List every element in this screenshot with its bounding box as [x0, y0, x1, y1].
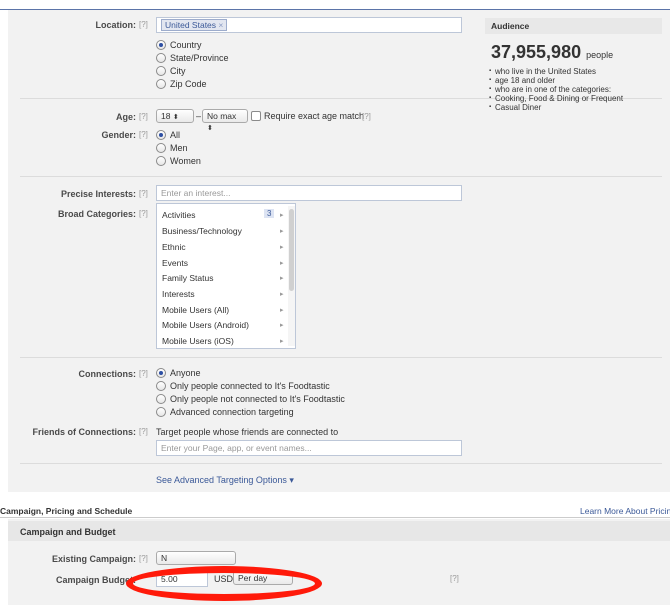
gender-radio-women[interactable] — [156, 156, 166, 166]
broad-categories-label: Broad Categories: — [57, 209, 136, 219]
existing-campaign-help-icon[interactable]: [?] — [139, 554, 148, 563]
precise-interests-input[interactable]: Enter an interest... — [156, 185, 462, 201]
category-item[interactable]: Business/Technology — [162, 226, 242, 236]
connections-radio-advanced[interactable] — [156, 407, 166, 417]
location-option-country: Country — [170, 40, 202, 50]
category-item[interactable]: Activities — [162, 210, 196, 220]
connections-label: Connections: — [78, 369, 137, 379]
chevron-right-icon: ▸ — [280, 322, 284, 329]
gender-label: Gender: — [101, 130, 136, 140]
age-min-select[interactable]: 18 ⬍ — [156, 109, 194, 123]
gender-radio-men[interactable] — [156, 143, 166, 153]
age-label: Age: — [116, 112, 136, 122]
stepper-icon: ⬍ — [207, 125, 213, 132]
location-token[interactable]: United States × — [161, 19, 228, 31]
audience-heading: Audience — [485, 18, 662, 34]
chevron-right-icon: ▸ — [280, 244, 284, 251]
exact-age-label: Require exact age match — [264, 111, 365, 121]
connections-help-icon[interactable]: [?] — [139, 369, 148, 378]
location-help-icon[interactable]: [?] — [139, 20, 148, 29]
location-radio-state[interactable] — [156, 53, 166, 63]
age-range-dash: – — [196, 111, 202, 121]
location-radio-city[interactable] — [156, 66, 166, 76]
broad-categories-list[interactable]: Activities 3 ▸ Business/Technology ▸ Eth… — [156, 203, 296, 349]
location-option-zip: Zip Code — [170, 79, 207, 89]
gender-option-men: Men — [170, 143, 188, 153]
connections-radio-anyone[interactable] — [156, 368, 166, 378]
category-scrollbar-thumb[interactable] — [289, 209, 294, 291]
category-item[interactable]: Mobile Users (Android) — [162, 320, 249, 330]
campaign-section-title: Campaign, Pricing and Schedule — [0, 506, 133, 516]
category-item[interactable]: Interests — [162, 289, 195, 299]
location-input[interactable]: United States × — [156, 17, 462, 33]
remove-token-icon[interactable]: × — [218, 20, 223, 30]
broad-categories-help-icon[interactable]: [?] — [139, 209, 148, 218]
category-item[interactable]: Events — [162, 258, 188, 268]
location-option-state: State/Province — [170, 53, 229, 63]
chevron-right-icon: ▸ — [280, 260, 284, 267]
friends-of-connections-input[interactable]: Enter your Page, app, or event names... — [156, 440, 462, 456]
friends-of-connections-description: Target people whose friends are connecte… — [156, 427, 339, 437]
campaign-budget-subheading: Campaign and Budget — [8, 521, 670, 541]
existing-campaign-select[interactable]: N — [156, 551, 236, 565]
highlight-ellipse — [126, 566, 322, 601]
category-item[interactable]: Ethnic — [162, 242, 186, 252]
exact-age-checkbox[interactable] — [251, 111, 261, 121]
connections-option-advanced: Advanced connection targeting — [170, 407, 294, 417]
location-option-city: City — [170, 66, 186, 76]
chevron-right-icon: ▸ — [280, 212, 284, 219]
location-radio-country[interactable] — [156, 40, 166, 50]
section-divider — [20, 176, 662, 177]
precise-interests-label: Precise Interests: — [60, 189, 136, 199]
section-divider — [20, 357, 662, 358]
chevron-right-icon: ▸ — [280, 291, 284, 298]
precise-interests-help-icon[interactable]: [?] — [139, 189, 148, 198]
stepper-icon: ⬍ — [172, 114, 179, 121]
category-count-badge: 3 — [264, 209, 275, 218]
location-radio-zip[interactable] — [156, 79, 166, 89]
advanced-targeting-link[interactable]: See Advanced Targeting Options ▾ — [156, 475, 294, 486]
chevron-right-icon: ▸ — [280, 275, 284, 282]
campaign-budget-label: Campaign Budget: — [56, 575, 136, 585]
existing-campaign-label: Existing Campaign: — [51, 554, 136, 564]
learn-more-pricing-link[interactable]: Learn More About Pricing — [580, 506, 670, 516]
targeting-panel — [8, 10, 670, 492]
section-divider — [20, 463, 662, 464]
connections-option-connected: Only people connected to It's Foodtastic — [170, 381, 330, 391]
gender-option-women: Women — [170, 156, 201, 166]
audience-bullet: who are in one of the categories: — [489, 85, 611, 94]
exact-age-help-icon[interactable]: [?] — [362, 112, 371, 121]
connections-option-anyone: Anyone — [170, 368, 201, 378]
audience-count: 37,955,980 people — [491, 42, 614, 62]
friends-of-connections-help-icon[interactable]: [?] — [139, 427, 148, 436]
friends-of-connections-label: Friends of Connections: — [32, 427, 137, 437]
gender-help-icon[interactable]: [?] — [139, 130, 148, 139]
age-help-icon[interactable]: [?] — [139, 112, 148, 121]
connections-radio-not-connected[interactable] — [156, 394, 166, 404]
audience-bullet: who live in the United States — [489, 67, 596, 76]
audience-bullet-continued: Cooking, Food & Dining or Frequent — [489, 94, 623, 103]
connections-radio-connected[interactable] — [156, 381, 166, 391]
chevron-right-icon: ▸ — [280, 338, 284, 345]
age-max-select[interactable]: No max ⬍ — [202, 109, 248, 132]
chevron-right-icon: ▸ — [280, 307, 284, 314]
category-item[interactable]: Mobile Users (iOS) — [162, 336, 234, 346]
gender-option-all: All — [170, 130, 181, 140]
gender-radio-all[interactable] — [156, 130, 166, 140]
location-label: Location: — [95, 20, 137, 30]
audience-bullet-continued: Casual Diner — [489, 103, 541, 112]
category-item[interactable]: Mobile Users (All) — [162, 305, 229, 315]
audience-bullet: age 18 and older — [489, 76, 555, 85]
category-item[interactable]: Family Status — [162, 273, 214, 283]
chevron-right-icon: ▸ — [280, 228, 284, 235]
campaign-budget-help-icon[interactable]: [?] — [450, 574, 459, 583]
connections-option-not-connected: Only people not connected to It's Foodta… — [170, 394, 345, 404]
